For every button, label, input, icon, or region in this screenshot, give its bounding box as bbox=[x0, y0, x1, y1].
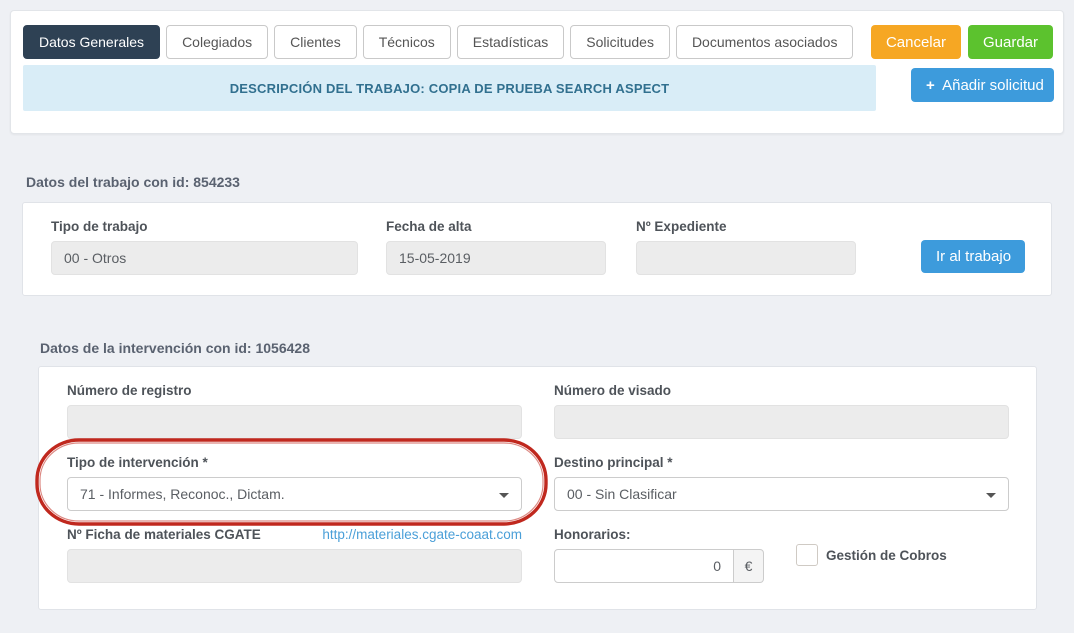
work-description-banner: DESCRIPCIÓN DEL TRABAJO: COPIA DE PRUEBA… bbox=[23, 65, 876, 111]
field-numero-visado: Número de visado bbox=[554, 383, 1009, 439]
intervention-section-heading: Datos de la intervención con id: 1056428 bbox=[40, 340, 310, 356]
field-ficha-materiales: Nº Ficha de materiales CGATE http://mate… bbox=[67, 527, 522, 583]
field-honorarios: Honorarios: € bbox=[554, 527, 764, 583]
gestion-cobros-checkbox[interactable] bbox=[796, 544, 818, 566]
field-expediente: Nº Expediente bbox=[636, 219, 856, 275]
tab-colegiados[interactable]: Colegiados bbox=[166, 25, 268, 59]
tab-solicitudes[interactable]: Solicitudes bbox=[570, 25, 670, 59]
tab-tecnicos[interactable]: Técnicos bbox=[363, 25, 451, 59]
cancel-button[interactable]: Cancelar bbox=[871, 25, 961, 59]
work-description-text: DESCRIPCIÓN DEL TRABAJO: COPIA DE PRUEBA… bbox=[230, 81, 670, 96]
euro-addon: € bbox=[734, 549, 764, 583]
destino-principal-label: Destino principal * bbox=[554, 455, 1009, 470]
tab-clientes[interactable]: Clientes bbox=[274, 25, 357, 59]
chevron-down-icon bbox=[499, 493, 509, 498]
field-tipo-intervencion: Tipo de intervención * 71 - Informes, Re… bbox=[67, 455, 522, 511]
header-actions: Cancelar Guardar bbox=[871, 25, 1053, 59]
destino-principal-select[interactable]: 00 - Sin Clasificar bbox=[554, 477, 1009, 511]
add-request-label: Añadir solicitud bbox=[939, 77, 1044, 94]
honorarios-label: Honorarios: bbox=[554, 527, 764, 542]
ficha-materiales-label: Nº Ficha de materiales CGATE bbox=[67, 527, 261, 542]
ficha-materiales-input bbox=[67, 549, 522, 583]
expediente-label: Nº Expediente bbox=[636, 219, 856, 234]
save-button[interactable]: Guardar bbox=[968, 25, 1053, 59]
numero-registro-input bbox=[67, 405, 522, 439]
numero-visado-input bbox=[554, 405, 1009, 439]
field-fecha-alta: Fecha de alta bbox=[386, 219, 606, 275]
numero-visado-label: Número de visado bbox=[554, 383, 1009, 398]
destino-principal-value: 00 - Sin Clasificar bbox=[567, 486, 677, 502]
fecha-alta-label: Fecha de alta bbox=[386, 219, 606, 234]
materiales-link[interactable]: http://materiales.cgate-coaat.com bbox=[322, 527, 522, 542]
header-card: Datos Generales Colegiados Clientes Técn… bbox=[10, 10, 1064, 134]
tipo-intervencion-label: Tipo de intervención * bbox=[67, 455, 522, 470]
numero-registro-label: Número de registro bbox=[67, 383, 522, 398]
fecha-alta-input bbox=[386, 241, 606, 275]
expediente-input bbox=[636, 241, 856, 275]
gestion-cobros-label: Gestión de Cobros bbox=[826, 548, 947, 563]
tab-bar: Datos Generales Colegiados Clientes Técn… bbox=[23, 25, 1053, 59]
work-section-heading: Datos del trabajo con id: 854233 bbox=[26, 174, 240, 190]
field-numero-registro: Número de registro bbox=[67, 383, 522, 439]
field-tipo-trabajo: Tipo de trabajo bbox=[51, 219, 358, 275]
tipo-intervencion-select[interactable]: 71 - Informes, Reconoc., Dictam. bbox=[67, 477, 522, 511]
tipo-trabajo-input bbox=[51, 241, 358, 275]
go-to-work-button[interactable]: Ir al trabajo bbox=[921, 240, 1025, 273]
honorarios-input[interactable] bbox=[554, 549, 734, 583]
intervention-card: Número de registro Número de visado Tipo… bbox=[38, 366, 1037, 610]
tipo-trabajo-label: Tipo de trabajo bbox=[51, 219, 358, 234]
tab-documentos-asociados[interactable]: Documentos asociados bbox=[676, 25, 854, 59]
work-card: Tipo de trabajo Fecha de alta Nº Expedie… bbox=[22, 202, 1052, 296]
plus-icon: + bbox=[926, 77, 935, 94]
tab-estadisticas[interactable]: Estadísticas bbox=[457, 25, 564, 59]
chevron-down-icon bbox=[986, 493, 996, 498]
tab-datos-generales[interactable]: Datos Generales bbox=[23, 25, 160, 59]
field-destino-principal: Destino principal * 00 - Sin Clasificar bbox=[554, 455, 1009, 511]
gestion-cobros-group: Gestión de Cobros bbox=[796, 544, 947, 566]
tipo-intervencion-value: 71 - Informes, Reconoc., Dictam. bbox=[80, 486, 285, 502]
add-request-button[interactable]: + Añadir solicitud bbox=[911, 68, 1054, 102]
